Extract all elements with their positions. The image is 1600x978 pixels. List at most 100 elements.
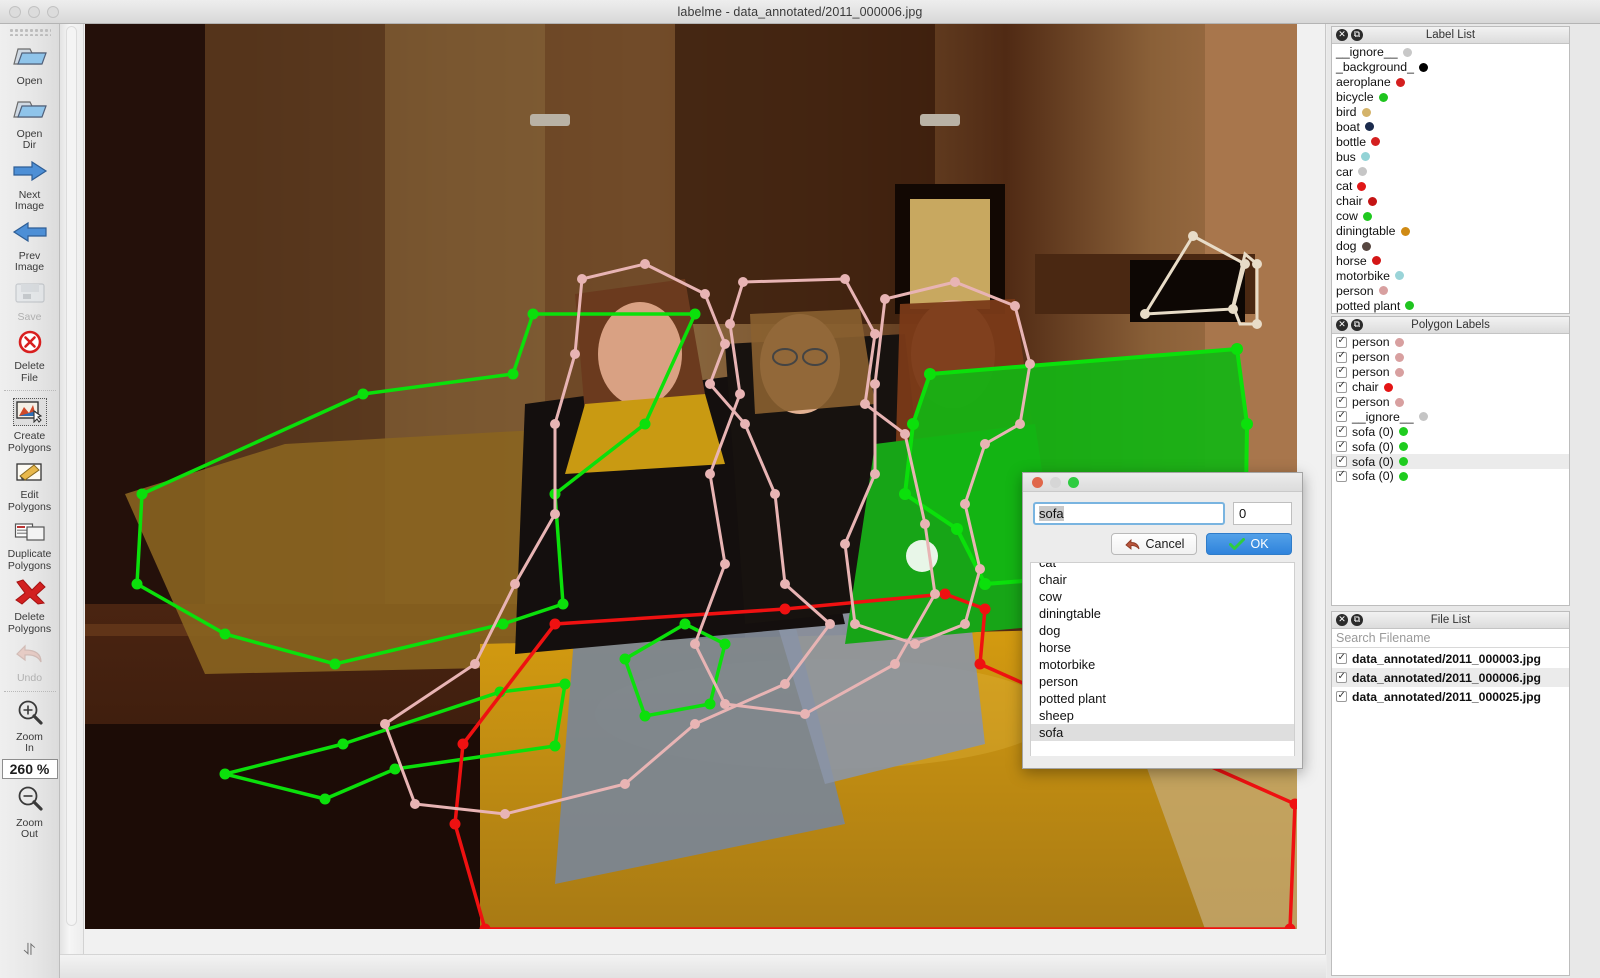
- list-item[interactable]: chair: [1332, 194, 1569, 209]
- tool-edit-polygons[interactable]: Edit Polygons: [1, 457, 59, 516]
- tool-create-polygons[interactable]: Create Polygons: [1, 394, 59, 457]
- tool-delete-polygons[interactable]: Delete Polygons: [1, 575, 59, 638]
- polygon-label: person: [1352, 350, 1390, 365]
- row-checkbox[interactable]: [1336, 425, 1347, 438]
- tool-prev-image[interactable]: Prev Image: [1, 216, 59, 277]
- list-item[interactable]: motorbike: [1332, 268, 1569, 283]
- row-checkbox[interactable]: [1336, 440, 1347, 453]
- list-item[interactable]: horse: [1332, 253, 1569, 268]
- dialog-option[interactable]: person: [1031, 673, 1294, 690]
- group-id-input[interactable]: 0: [1233, 502, 1292, 525]
- label-list[interactable]: __ignore__ _background_ aeroplane bicycl…: [1332, 44, 1569, 315]
- row-checkbox[interactable]: [1336, 395, 1347, 408]
- table-row[interactable]: sofa (0): [1332, 454, 1569, 470]
- dialog-option[interactable]: potted plant: [1031, 690, 1294, 707]
- list-item[interactable]: cow: [1332, 209, 1569, 224]
- dialog-option[interactable]: horse: [1031, 639, 1294, 656]
- table-row[interactable]: chair: [1332, 380, 1569, 395]
- search-filename-input[interactable]: Search Filename: [1332, 629, 1569, 648]
- tool-delete-file[interactable]: Delete File: [1, 326, 59, 387]
- file-list-header: ✕ ⧉ File List: [1332, 612, 1569, 629]
- file-name: data_annotated/2011_000025.jpg: [1352, 689, 1542, 704]
- row-checkbox[interactable]: [1336, 469, 1347, 482]
- dialog-option[interactable]: cat: [1031, 563, 1294, 571]
- tool-open[interactable]: Open: [1, 38, 59, 91]
- table-row[interactable]: person: [1332, 335, 1569, 350]
- list-item[interactable]: data_annotated/2011_000003.jpg: [1332, 649, 1569, 668]
- table-row[interactable]: person: [1332, 395, 1569, 410]
- list-item[interactable]: bottle: [1332, 134, 1569, 149]
- zoom-level-input[interactable]: 260 %: [1, 758, 58, 779]
- list-item[interactable]: person: [1332, 283, 1569, 298]
- tool-undo[interactable]: Undo: [1, 638, 59, 688]
- dialog-close-button[interactable]: [1032, 476, 1043, 488]
- list-item[interactable]: data_annotated/2011_000006.jpg: [1332, 668, 1569, 687]
- dialog-option[interactable]: cow: [1031, 588, 1294, 605]
- color-swatch: [1362, 211, 1372, 221]
- row-checkbox[interactable]: [1336, 690, 1347, 702]
- list-item[interactable]: boat: [1332, 119, 1569, 134]
- row-checkbox[interactable]: [1336, 652, 1347, 664]
- tool-zoom-out[interactable]: Zoom Out: [1, 781, 59, 844]
- tool-zoom-in[interactable]: Zoom In: [1, 695, 59, 758]
- table-row[interactable]: sofa (0): [1332, 424, 1569, 439]
- color-swatch: [1398, 457, 1408, 467]
- canvas-vertical-scroll-thumb[interactable]: [66, 26, 77, 926]
- file-list-title: File List: [1430, 614, 1471, 626]
- list-item[interactable]: cat: [1332, 179, 1569, 194]
- tool-save[interactable]: Save: [1, 277, 59, 327]
- dialog-option[interactable]: motorbike: [1031, 656, 1294, 673]
- table-row[interactable]: sofa (0): [1332, 469, 1569, 484]
- table-row[interactable]: sofa (0): [1332, 439, 1569, 454]
- list-item[interactable]: bird: [1332, 105, 1569, 120]
- dialog-option[interactable]: sofa: [1031, 724, 1294, 741]
- list-item[interactable]: __ignore__: [1332, 45, 1569, 60]
- table-row[interactable]: person: [1332, 350, 1569, 365]
- polygon-label: chair: [1352, 380, 1379, 395]
- dialog-minimize-button[interactable]: [1050, 476, 1061, 488]
- color-swatch: [1418, 412, 1428, 422]
- dialog-option[interactable]: chair: [1031, 571, 1294, 588]
- cancel-button[interactable]: Cancel: [1111, 533, 1197, 555]
- chevron-double-down-icon[interactable]: ⥯: [24, 942, 36, 978]
- list-item[interactable]: bus: [1332, 149, 1569, 164]
- list-item[interactable]: dog: [1332, 239, 1569, 254]
- label-completion-list[interactable]: cat chair cow diningtable dog horse moto…: [1030, 562, 1295, 756]
- row-checkbox[interactable]: [1336, 350, 1347, 363]
- canvas-vertical-scrollbar[interactable]: [60, 24, 84, 954]
- label-dialog[interactable]: sofa 0 Cancel OK cat chair cow diningtab…: [1022, 472, 1303, 769]
- list-item[interactable]: aeroplane: [1332, 75, 1569, 90]
- canvas-horizontal-scrollbar[interactable]: [60, 954, 1326, 978]
- row-checkbox[interactable]: [1336, 335, 1347, 348]
- row-checkbox[interactable]: [1336, 410, 1347, 423]
- polygon-labels-list[interactable]: person person person chair person __igno…: [1332, 334, 1569, 486]
- toolbar-drag-handle[interactable]: [8, 28, 51, 36]
- list-item[interactable]: potted plant: [1332, 298, 1569, 313]
- tool-next-image[interactable]: Next Image: [1, 155, 59, 216]
- list-item[interactable]: data_annotated/2011_000025.jpg: [1332, 687, 1569, 706]
- table-row[interactable]: __ignore__: [1332, 409, 1569, 424]
- row-checkbox[interactable]: [1336, 380, 1347, 393]
- tool-open-dir[interactable]: Open Dir: [1, 91, 59, 155]
- dialog-zoom-button[interactable]: [1068, 476, 1079, 488]
- list-item[interactable]: bicycle: [1332, 90, 1569, 105]
- file-list[interactable]: data_annotated/2011_000003.jpg data_anno…: [1332, 648, 1569, 708]
- prev-arrow-icon: [1, 220, 59, 249]
- row-checkbox[interactable]: [1336, 365, 1347, 378]
- ok-button[interactable]: OK: [1206, 533, 1292, 555]
- window-title: labelme - data_annotated/2011_000006.jpg: [677, 4, 923, 19]
- list-item[interactable]: _background_: [1332, 60, 1569, 75]
- dialog-option[interactable]: diningtable: [1031, 605, 1294, 622]
- list-item[interactable]: diningtable: [1332, 224, 1569, 239]
- table-row[interactable]: person: [1332, 365, 1569, 380]
- label-text-input[interactable]: sofa: [1033, 502, 1225, 525]
- row-checkbox[interactable]: [1336, 455, 1347, 468]
- list-item[interactable]: car: [1332, 164, 1569, 179]
- dialog-option[interactable]: dog: [1031, 622, 1294, 639]
- tool-duplicate-polygons[interactable]: Duplicate Polygons: [1, 516, 59, 575]
- tool-open-dir-label: Open Dir: [16, 127, 43, 151]
- create-polygons-icon: [12, 398, 47, 426]
- row-checkbox[interactable]: [1336, 671, 1347, 683]
- color-swatch: [1398, 442, 1408, 452]
- dialog-option[interactable]: sheep: [1031, 707, 1294, 724]
